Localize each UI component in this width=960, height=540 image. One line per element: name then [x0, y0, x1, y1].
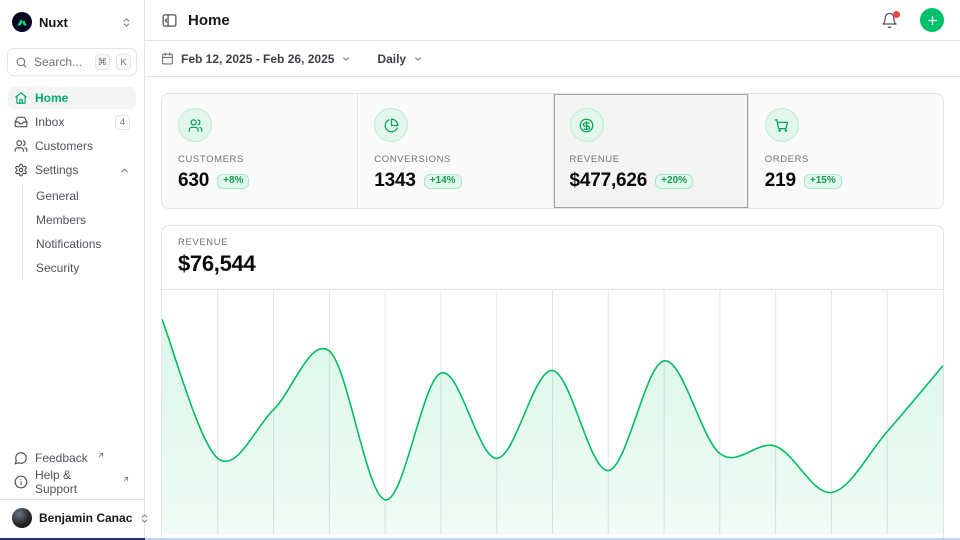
- add-button[interactable]: [920, 8, 944, 32]
- sidebar-item-inbox[interactable]: Inbox 4: [8, 111, 136, 133]
- search-placeholder: Search...: [34, 55, 89, 69]
- search-icon: [15, 56, 28, 69]
- inbox-icon: [14, 115, 28, 129]
- stat-delta-badge: +20%: [655, 174, 693, 189]
- team-switcher-button[interactable]: Nuxt: [8, 10, 136, 34]
- stat-card-conversions[interactable]: CONVERSIONS 1343 +14%: [357, 94, 552, 208]
- settings-subnav: General Members Notifications Security: [22, 185, 136, 279]
- chevron-down-icon: [341, 54, 351, 64]
- main-area: Home Feb 12, 2025 - Feb 26, 2025 Daily: [145, 0, 960, 538]
- chart-kpi-value: $76,544: [178, 251, 927, 277]
- chevron-down-icon: [413, 54, 423, 64]
- circle-dollar-icon: [570, 108, 604, 142]
- stats-row: CUSTOMERS 630 +8% CONVERSIONS 1343 +14%: [161, 93, 944, 209]
- period-value: Daily: [377, 52, 406, 66]
- external-link-icon: [122, 475, 130, 483]
- kbd-key: K: [116, 54, 131, 70]
- sidebar: Nuxt Search... ⌘ K Home: [0, 0, 145, 538]
- shopping-cart-icon: [765, 108, 799, 142]
- footer-link-label: Feedback: [35, 451, 88, 465]
- stat-value: 1343: [374, 170, 415, 192]
- footer-link-label: Help & Support: [35, 468, 113, 496]
- chart-header: REVENUE $76,544: [162, 226, 943, 290]
- sidebar-item-home[interactable]: Home: [8, 87, 136, 109]
- date-range-picker-button[interactable]: Feb 12, 2025 - Feb 26, 2025: [161, 52, 351, 66]
- stat-label: REVENUE: [570, 154, 732, 165]
- calendar-icon: [161, 52, 174, 65]
- sidebar-footer-nav: Feedback Help & Support: [8, 447, 136, 499]
- sidebar-subitem-label: Notifications: [36, 237, 132, 251]
- chevron-up-icon: [119, 165, 130, 176]
- stat-value: 219: [765, 170, 796, 192]
- team-name: Nuxt: [39, 15, 114, 30]
- users-icon: [14, 139, 28, 153]
- sidebar-spacer: [8, 279, 136, 447]
- topbar: Home: [145, 0, 960, 41]
- chart-kpi-label: REVENUE: [178, 237, 927, 248]
- sidebar-item-label: Home: [35, 91, 130, 105]
- sidebar-nav: Home Inbox 4 Customers Settings: [8, 87, 136, 279]
- page-title: Home: [188, 12, 871, 29]
- inbox-count-badge: 4: [115, 115, 130, 130]
- external-link-icon: [97, 451, 105, 459]
- pie-chart-icon: [374, 108, 408, 142]
- stat-label: CONVERSIONS: [374, 154, 536, 165]
- home-icon: [14, 91, 28, 105]
- sidebar-item-customers[interactable]: Customers: [8, 135, 136, 157]
- message-bubble-icon: [14, 451, 28, 465]
- sidebar-item-label: Inbox: [35, 115, 108, 129]
- date-range-value: Feb 12, 2025 - Feb 26, 2025: [181, 52, 334, 66]
- sidebar-subitem-label: Security: [36, 261, 132, 275]
- stat-delta-badge: +8%: [217, 174, 249, 189]
- sidebar-item-settings[interactable]: Settings: [8, 159, 136, 181]
- stat-label: ORDERS: [765, 154, 927, 165]
- gear-icon: [14, 163, 28, 177]
- revenue-area-chart[interactable]: [162, 290, 943, 534]
- stat-card-orders[interactable]: ORDERS 219 +15%: [748, 94, 943, 208]
- stat-card-revenue[interactable]: REVENUE $477,626 +20%: [553, 94, 748, 208]
- sidebar-subitem-label: General: [36, 189, 132, 203]
- info-circle-icon: [14, 475, 28, 489]
- search-input[interactable]: Search... ⌘ K: [8, 49, 136, 75]
- stat-value: 630: [178, 170, 209, 192]
- stat-card-customers[interactable]: CUSTOMERS 630 +8%: [162, 94, 357, 208]
- sidebar-item-members[interactable]: Members: [32, 209, 136, 231]
- kbd-meta: ⌘: [95, 54, 111, 70]
- help-support-link[interactable]: Help & Support: [8, 471, 136, 493]
- page-content: CUSTOMERS 630 +8% CONVERSIONS 1343 +14%: [145, 77, 960, 538]
- sidebar-item-security[interactable]: Security: [32, 257, 136, 279]
- period-select-button[interactable]: Daily: [377, 52, 423, 66]
- notifications-bell-button[interactable]: [881, 12, 898, 29]
- nuxt-logo-icon: [12, 12, 32, 32]
- stat-delta-badge: +14%: [424, 174, 462, 189]
- notification-dot: [893, 11, 900, 18]
- collapse-sidebar-button[interactable]: [161, 12, 178, 29]
- sidebar-item-label: Settings: [35, 163, 112, 177]
- user-avatar: [12, 508, 32, 528]
- stat-value: $477,626: [570, 170, 648, 192]
- user-menu-button[interactable]: Benjamin Canac: [8, 500, 136, 530]
- user-name: Benjamin Canac: [39, 511, 132, 525]
- users-icon: [178, 108, 212, 142]
- sidebar-item-label: Customers: [35, 139, 130, 153]
- feedback-link[interactable]: Feedback: [8, 447, 136, 469]
- filters-toolbar: Feb 12, 2025 - Feb 26, 2025 Daily: [145, 41, 960, 77]
- sidebar-item-general[interactable]: General: [32, 185, 136, 207]
- chevrons-up-down-icon: [121, 17, 132, 28]
- sidebar-item-notifications[interactable]: Notifications: [32, 233, 136, 255]
- stat-label: CUSTOMERS: [178, 154, 341, 165]
- sidebar-subitem-label: Members: [36, 213, 132, 227]
- stat-delta-badge: +15%: [804, 174, 842, 189]
- app-window: Nuxt Search... ⌘ K Home: [0, 0, 960, 538]
- revenue-chart-card: REVENUE $76,544 14 Feb16 Feb18 Feb20 Feb…: [161, 225, 944, 540]
